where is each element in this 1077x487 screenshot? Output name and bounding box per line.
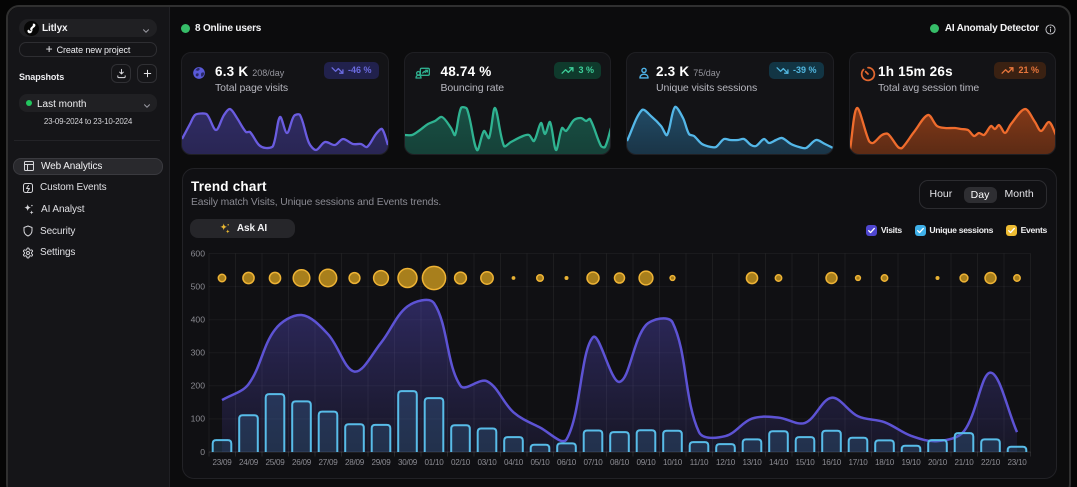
svg-text:17/10: 17/10 (848, 458, 868, 467)
svg-text:30/09: 30/09 (398, 458, 418, 467)
svg-text:07/10: 07/10 (583, 458, 603, 467)
svg-text:01/10: 01/10 (424, 458, 444, 467)
svg-text:22/10: 22/10 (981, 458, 1001, 467)
svg-text:600: 600 (191, 248, 206, 258)
svg-text:28/09: 28/09 (345, 458, 365, 467)
svg-text:11/10: 11/10 (690, 458, 709, 467)
svg-text:10/10: 10/10 (663, 458, 683, 467)
svg-text:15/10: 15/10 (795, 458, 815, 467)
svg-text:300: 300 (191, 348, 206, 358)
svg-text:18/10: 18/10 (875, 458, 895, 467)
svg-text:20/10: 20/10 (928, 458, 948, 467)
svg-text:400: 400 (191, 315, 206, 325)
svg-text:12/10: 12/10 (716, 458, 736, 467)
svg-text:29/09: 29/09 (371, 458, 391, 467)
svg-text:09/10: 09/10 (636, 458, 656, 467)
svg-text:24/09: 24/09 (239, 458, 259, 467)
svg-text:16/10: 16/10 (822, 458, 842, 467)
svg-text:03/10: 03/10 (477, 458, 497, 467)
svg-text:500: 500 (191, 281, 206, 291)
svg-text:19/10: 19/10 (901, 458, 921, 467)
svg-text:200: 200 (191, 381, 206, 391)
svg-text:100: 100 (191, 414, 206, 424)
svg-text:04/10: 04/10 (504, 458, 524, 467)
svg-text:21/10: 21/10 (954, 458, 974, 467)
svg-text:23/10: 23/10 (1007, 458, 1027, 467)
svg-text:26/09: 26/09 (292, 458, 312, 467)
svg-text:05/10: 05/10 (530, 458, 550, 467)
svg-text:08/10: 08/10 (610, 458, 630, 467)
svg-text:06/10: 06/10 (557, 458, 577, 467)
svg-text:25/09: 25/09 (265, 458, 285, 467)
svg-text:14/10: 14/10 (769, 458, 789, 467)
svg-text:13/10: 13/10 (742, 458, 762, 467)
svg-text:02/10: 02/10 (451, 458, 471, 467)
svg-text:23/09: 23/09 (212, 458, 232, 467)
svg-text:27/09: 27/09 (318, 458, 338, 467)
svg-text:0: 0 (200, 447, 205, 457)
